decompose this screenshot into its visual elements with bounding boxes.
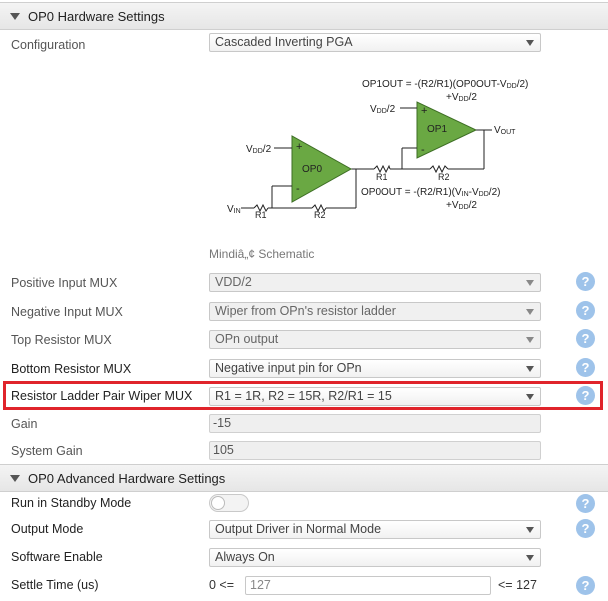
op0out-equation-line2: +VDD/2 xyxy=(446,200,477,211)
vdd2-label-op0: VDD/2 xyxy=(246,144,272,155)
output-mode-select[interactable]: Output Driver in Normal Mode xyxy=(209,520,541,539)
schematic-diagram: OP1OUT = -(R2/R1)(OP0OUT-VDD/2) +VDD/2 O… xyxy=(227,79,528,220)
help-icon[interactable]: ? xyxy=(576,301,595,320)
gain-label: Gain xyxy=(11,417,38,431)
positive-input-mux-label: Positive Input MUX xyxy=(11,276,118,290)
top-resistor-mux-value: OPn output xyxy=(215,332,279,346)
section-title: OP0 Hardware Settings xyxy=(28,8,165,24)
vdd2-label-op1: VDD/2 xyxy=(370,104,396,115)
r2-label-op1: R2 xyxy=(438,172,450,182)
chevron-down-icon xyxy=(526,337,534,343)
software-enable-label: Software Enable xyxy=(11,550,103,564)
gain-row: Gain -15 xyxy=(0,411,608,439)
configuration-value: Cascaded Inverting PGA xyxy=(215,35,353,49)
section-title: OP0 Advanced Hardware Settings xyxy=(28,470,226,486)
bottom-resistor-mux-select[interactable]: Negative input pin for OPn xyxy=(209,359,541,378)
vin-label: VIN xyxy=(227,204,241,215)
system-gain-row: System Gain 105 xyxy=(0,438,608,466)
configuration-row: Configuration Cascaded Inverting PGA xyxy=(0,32,608,60)
collapse-triangle-icon[interactable] xyxy=(10,474,20,482)
settle-time-min-label: 0 <= xyxy=(209,578,235,592)
chevron-down-icon xyxy=(526,555,534,561)
chevron-down-icon xyxy=(526,309,534,315)
top-resistor-mux-select[interactable]: OPn output xyxy=(209,330,541,349)
standby-label: Run in Standby Mode xyxy=(11,496,132,510)
help-icon[interactable]: ? xyxy=(576,576,595,595)
system-gain-value-field: 105 xyxy=(209,441,541,460)
help-icon[interactable]: ? xyxy=(576,329,595,348)
output-mode-row: Output Mode Output Driver in Normal Mode… xyxy=(0,518,608,546)
bottom-resistor-mux-row: Bottom Resistor MUX Negative input pin f… xyxy=(0,356,608,384)
op0out-equation: OP0OUT = -(R2/R1)(VIN-VDD/2) xyxy=(361,187,500,198)
positive-input-mux-value: VDD/2 xyxy=(215,275,252,289)
settle-time-max-label: <= 127 xyxy=(498,578,537,592)
op1-label: OP1 xyxy=(427,124,447,135)
help-icon[interactable]: ? xyxy=(576,272,595,291)
r1-label-op1: R1 xyxy=(376,172,388,182)
gain-value-field: -15 xyxy=(209,414,541,433)
chevron-down-icon xyxy=(526,366,534,372)
configuration-label: Configuration xyxy=(11,38,86,52)
negative-input-mux-row: Negative Input MUX Wiper from OPn's resi… xyxy=(0,299,608,327)
help-icon[interactable]: ? xyxy=(576,494,595,513)
output-mode-value: Output Driver in Normal Mode xyxy=(215,522,382,536)
software-enable-row: Software Enable Always On xyxy=(0,546,608,574)
negative-input-mux-label: Negative Input MUX xyxy=(11,305,123,319)
op1-plus: + xyxy=(421,105,427,117)
section-header-hardware-settings[interactable]: OP0 Hardware Settings xyxy=(0,2,608,30)
r2-label-op0: R2 xyxy=(314,210,326,220)
bottom-resistor-mux-label: Bottom Resistor MUX xyxy=(11,362,132,376)
op0-plus: + xyxy=(296,141,302,153)
help-icon[interactable]: ? xyxy=(576,519,595,538)
positive-input-mux-select[interactable]: VDD/2 xyxy=(209,273,541,292)
op1-minus: - xyxy=(421,144,425,156)
chevron-down-icon xyxy=(526,40,534,46)
system-gain-label: System Gain xyxy=(11,444,83,458)
standby-row: Run in Standby Mode ? xyxy=(0,492,608,520)
help-icon[interactable]: ? xyxy=(576,358,595,377)
software-enable-select[interactable]: Always On xyxy=(209,548,541,567)
negative-input-mux-value: Wiper from OPn's resistor ladder xyxy=(215,304,396,318)
configuration-select[interactable]: Cascaded Inverting PGA xyxy=(209,33,541,52)
settle-time-label: Settle Time (us) xyxy=(11,578,99,592)
section-header-advanced-settings[interactable]: OP0 Advanced Hardware Settings xyxy=(0,464,608,492)
op1out-equation: OP1OUT = -(R2/R1)(OP0OUT-VDD/2) xyxy=(362,79,528,90)
bottom-resistor-mux-value: Negative input pin for OPn xyxy=(215,361,362,375)
vout-label: VOUT xyxy=(494,125,516,136)
standby-toggle[interactable] xyxy=(209,494,249,512)
chevron-down-icon xyxy=(526,527,534,533)
positive-input-mux-row: Positive Input MUX VDD/2 ? xyxy=(0,270,608,298)
highlight-box xyxy=(3,381,603,410)
chevron-down-icon xyxy=(526,280,534,286)
top-resistor-mux-label: Top Resistor MUX xyxy=(11,333,112,347)
top-resistor-mux-row: Top Resistor MUX OPn output ? xyxy=(0,327,608,355)
op1out-equation-line2: +VDD/2 xyxy=(446,92,477,103)
op0-label: OP0 xyxy=(302,164,322,175)
toggle-knob xyxy=(211,496,225,510)
settle-time-input[interactable]: 127 xyxy=(245,576,491,595)
negative-input-mux-select[interactable]: Wiper from OPn's resistor ladder xyxy=(209,302,541,321)
r1-label-op0: R1 xyxy=(255,210,267,220)
output-mode-label: Output Mode xyxy=(11,522,84,536)
collapse-triangle-icon[interactable] xyxy=(10,12,20,20)
schematic-caption: Mindiâ„¢ Schematic xyxy=(209,247,315,261)
software-enable-value: Always On xyxy=(215,550,275,564)
op0-minus: - xyxy=(296,183,300,195)
